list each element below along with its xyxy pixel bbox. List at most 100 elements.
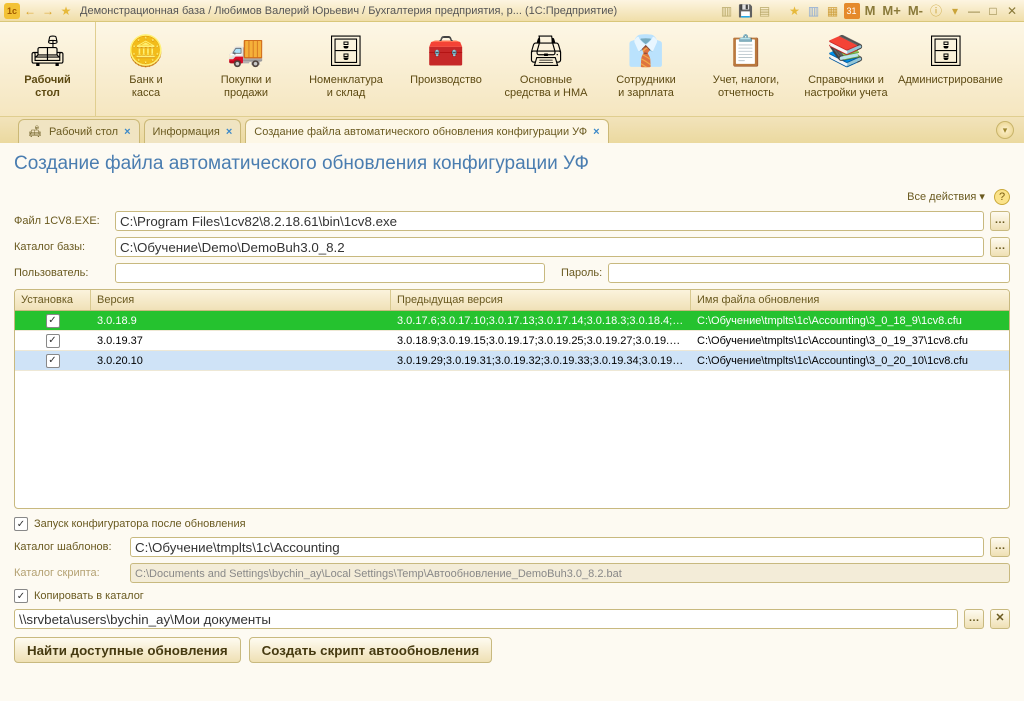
toolbar-icon: 🧰 <box>398 28 494 74</box>
window-title: Демонстрационная база / Любимов Валерий … <box>80 5 617 17</box>
page-content: Создание файла автоматического обновлени… <box>0 143 1024 701</box>
base-label: Каталог базы: <box>14 241 109 253</box>
toolbar-label: Банк икасса <box>98 74 194 100</box>
tab-close-icon[interactable]: × <box>124 126 130 138</box>
pass-label: Пароль: <box>561 267 602 279</box>
doc-icon[interactable]: ▤ <box>757 3 773 19</box>
toolbar-item-6[interactable]: 👔Сотрудникии зарплата <box>596 22 696 116</box>
toolbar-label: Сотрудникии зарплата <box>598 74 694 100</box>
close-button[interactable]: ✕ <box>1004 3 1020 19</box>
all-actions-link[interactable]: Все действия ▾ <box>907 191 985 203</box>
print-icon[interactable]: ▥ <box>719 3 735 19</box>
tab-label: Создание файла автоматического обновлени… <box>254 126 587 138</box>
calendar-icon[interactable]: 31 <box>844 3 860 19</box>
favorite-icon[interactable]: ★ <box>58 3 74 19</box>
col-prev[interactable]: Предыдущая версия <box>391 290 691 310</box>
row-checkbox[interactable]: ✓ <box>46 334 60 348</box>
run-after-label: Запуск конфигуратора после обновления <box>34 518 246 530</box>
table-row[interactable]: ✓ 3.0.18.93.0.17.6;3.0.17.10;3.0.17.13;3.… <box>15 311 1009 331</box>
cell-version: 3.0.18.9 <box>91 313 391 329</box>
toolbar-icon: 📚 <box>798 28 894 74</box>
toolbar-label: Учет, налоги,отчетность <box>698 74 794 100</box>
cell-file: C:\Обучение\tmplts\1c\Accounting\3_0_19_… <box>691 333 1009 349</box>
base-input[interactable] <box>115 237 984 257</box>
mplus-button[interactable]: M+ <box>880 3 902 18</box>
toolbar-icon: 🛋 <box>2 28 93 74</box>
toolbar-item-9[interactable]: 🗄Администрирование <box>896 22 996 116</box>
pass-input[interactable] <box>608 263 1010 283</box>
table-row[interactable]: ✓3.0.20.103.0.19.29;3.0.19.31;3.0.19.32;… <box>15 351 1009 371</box>
save-icon[interactable]: 💾 <box>738 3 754 19</box>
toolbar-item-8[interactable]: 📚Справочники инастройки учета <box>796 22 896 116</box>
toolbar-label: Производство <box>398 74 494 87</box>
calc-icon[interactable]: ▦ <box>825 3 841 19</box>
user-input[interactable] <box>115 263 545 283</box>
forward-icon[interactable]: → <box>40 3 56 19</box>
title-bar: 1c ← → ★ Демонстрационная база / Любимов… <box>0 0 1024 22</box>
tpl-browse-button[interactable]: … <box>990 537 1010 557</box>
base-browse-button[interactable]: … <box>990 237 1010 257</box>
maximize-button[interactable]: □ <box>985 3 1001 19</box>
col-install[interactable]: Установка <box>15 290 91 310</box>
copy-input[interactable] <box>14 609 958 629</box>
file-browse-button[interactable]: … <box>990 211 1010 231</box>
tab-bar: 🛋Рабочий стол×Информация×Создание файла … <box>0 117 1024 143</box>
toolbar-label: Покупки ипродажи <box>198 74 294 100</box>
copy-clear-button[interactable]: ✕ <box>990 609 1010 629</box>
toolbar-label: Рабочийстол <box>2 74 93 100</box>
cell-file: C:\Обучение\tmplts\1c\Accounting\3_0_20_… <box>691 353 1009 369</box>
script-value: C:\Documents and Settings\bychin_ay\Loca… <box>130 563 1010 583</box>
row-checkbox[interactable]: ✓ <box>46 314 60 328</box>
updates-grid: Установка Версия Предыдущая версия Имя ф… <box>14 289 1010 509</box>
cell-version: 3.0.19.37 <box>91 333 391 349</box>
tabbar-expand-button[interactable]: ▾ <box>996 121 1014 139</box>
grid-header: Установка Версия Предыдущая версия Имя ф… <box>15 290 1009 311</box>
tab-label: Информация <box>153 126 220 138</box>
row-checkbox[interactable]: ✓ <box>46 354 60 368</box>
cell-prev: 3.0.18.9;3.0.19.15;3.0.19.17;3.0.19.25;3… <box>391 333 691 349</box>
toolbar-item-3[interactable]: 🗄Номенклатураи склад <box>296 22 396 116</box>
file-label: Файл 1CV8.EXE: <box>14 215 109 227</box>
toolbar-icon: 📋 <box>698 28 794 74</box>
find-updates-button[interactable]: Найти доступные обновления <box>14 637 241 663</box>
mminus-button[interactable]: M- <box>906 3 925 18</box>
star2-icon[interactable]: ★ <box>787 3 803 19</box>
col-file[interactable]: Имя файла обновления <box>691 290 1009 310</box>
toolbar-icon: 🖨 <box>498 28 594 74</box>
cell-file: C:\Обучение\tmplts\1c\Accounting\3_0_18_… <box>691 313 1009 329</box>
toolbar-item-0[interactable]: 🛋Рабочийстол <box>0 22 96 116</box>
tab-1[interactable]: Информация × <box>144 119 242 143</box>
back-icon[interactable]: ← <box>22 3 38 19</box>
app-icon: 1c <box>4 3 20 19</box>
help-button[interactable]: ? <box>994 189 1010 205</box>
toolbar-icon: 🗄 <box>298 28 394 74</box>
toolbar-label: Справочники инастройки учета <box>798 74 894 100</box>
toolbar-item-1[interactable]: 🪙Банк икасса <box>96 22 196 116</box>
toolbar-icon: 🪙 <box>98 28 194 74</box>
toolbar-item-7[interactable]: 📋Учет, налоги,отчетность <box>696 22 796 116</box>
copy-browse-button[interactable]: … <box>964 609 984 629</box>
table-row[interactable]: ✓ 3.0.19.373.0.18.9;3.0.19.15;3.0.19.17;3… <box>15 331 1009 351</box>
create-script-button[interactable]: Создать скрипт автообновления <box>249 637 492 663</box>
col-version[interactable]: Версия <box>91 290 391 310</box>
toolbar-item-5[interactable]: 🖨Основныесредства и НМА <box>496 22 596 116</box>
list-icon[interactable]: ▥ <box>806 3 822 19</box>
copy-label: Копировать в каталог <box>34 590 144 602</box>
file-input[interactable] <box>115 211 984 231</box>
tab-0[interactable]: 🛋Рабочий стол× <box>18 119 140 143</box>
m-button[interactable]: M <box>863 3 878 18</box>
tab-2[interactable]: Создание файла автоматического обновлени… <box>245 119 608 143</box>
minimize-button[interactable]: — <box>966 3 982 19</box>
tab-close-icon[interactable]: × <box>226 126 232 138</box>
tab-close-icon[interactable]: × <box>593 126 599 138</box>
cell-prev: 3.0.17.6;3.0.17.10;3.0.17.13;3.0.17.14;3… <box>391 313 691 329</box>
tpl-input[interactable] <box>130 537 984 557</box>
dropdown-icon[interactable]: ▾ <box>947 3 963 19</box>
toolbar-item-4[interactable]: 🧰Производство <box>396 22 496 116</box>
info-icon[interactable]: ⓘ <box>928 3 944 19</box>
page-title: Создание файла автоматического обновлени… <box>14 153 1010 175</box>
tab-label: Рабочий стол <box>49 126 118 138</box>
toolbar-item-2[interactable]: 🚚Покупки ипродажи <box>196 22 296 116</box>
copy-checkbox[interactable]: ✓ <box>14 589 28 603</box>
run-after-checkbox[interactable]: ✓ <box>14 517 28 531</box>
